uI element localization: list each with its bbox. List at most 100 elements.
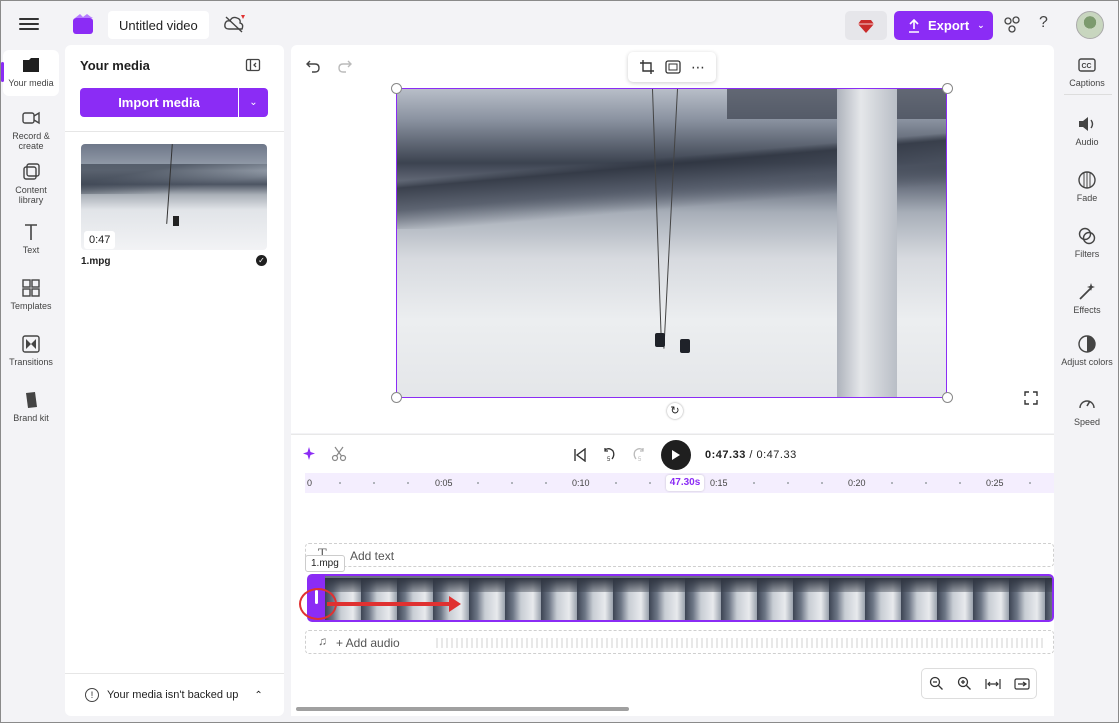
ruler-tick: 0:20 bbox=[848, 478, 866, 488]
svg-text:CC: CC bbox=[1082, 63, 1092, 70]
sidebar-item-transitions[interactable]: Transitions bbox=[3, 334, 59, 367]
export-button[interactable]: Export ⌄ bbox=[894, 11, 993, 40]
rotate-icon[interactable]: ↻ bbox=[667, 403, 683, 419]
diamond-icon bbox=[858, 19, 874, 33]
adjust-colors-button[interactable]: Adjust colors bbox=[1058, 334, 1116, 367]
cloud-not-synced-icon[interactable] bbox=[223, 13, 247, 35]
divider bbox=[1064, 94, 1112, 95]
speaker-icon bbox=[1079, 117, 1094, 131]
sidebar-item-brand-kit[interactable]: Brand kit bbox=[3, 390, 59, 423]
filters-icon bbox=[1078, 227, 1096, 245]
text-track[interactable]: T Add text bbox=[305, 543, 1054, 567]
rewind-5-icon[interactable]: 5 bbox=[601, 447, 617, 463]
speed-label: Speed bbox=[1073, 417, 1101, 427]
annotation-arrow bbox=[327, 596, 461, 612]
magic-wand-icon bbox=[1079, 283, 1095, 300]
filters-button[interactable]: Filters bbox=[1058, 226, 1116, 259]
backup-status[interactable]: ! Your media isn't backed up ⌃ bbox=[85, 688, 263, 702]
sparkle-icon[interactable] bbox=[302, 446, 318, 462]
skip-to-start-icon[interactable] bbox=[573, 448, 587, 462]
undo-icon[interactable] bbox=[305, 59, 321, 73]
resize-handle[interactable] bbox=[942, 392, 953, 403]
sidebar-item-text[interactable]: Text bbox=[3, 222, 59, 255]
templates-icon bbox=[22, 279, 40, 297]
premium-button[interactable] bbox=[845, 11, 887, 40]
speed-button[interactable]: Speed bbox=[1058, 394, 1116, 427]
left-rail: Your media Record & create Content libra… bbox=[0, 50, 62, 450]
project-title[interactable]: Untitled video bbox=[108, 11, 209, 39]
zoom-controls bbox=[921, 668, 1037, 699]
help-icon[interactable]: ? bbox=[1039, 14, 1048, 32]
play-button[interactable] bbox=[661, 440, 691, 470]
svg-text:5: 5 bbox=[638, 457, 642, 463]
captions-button[interactable]: CC Captions bbox=[1058, 55, 1116, 88]
redo-icon[interactable] bbox=[337, 59, 353, 73]
resize-handle[interactable] bbox=[391, 83, 402, 94]
library-icon bbox=[23, 163, 40, 180]
ruler-tick: 0:25 bbox=[986, 478, 1004, 488]
import-media-button[interactable]: Import media bbox=[80, 88, 238, 117]
sidebar-item-record-create[interactable]: Record & create bbox=[3, 108, 59, 151]
expand-timeline-icon[interactable] bbox=[1013, 677, 1030, 691]
sidebar-item-label: Templates bbox=[10, 301, 52, 311]
avatar[interactable] bbox=[1076, 11, 1104, 39]
import-options-button[interactable]: ⌄ bbox=[239, 88, 268, 117]
preview-area: ⋯ ↻ bbox=[291, 45, 1054, 433]
clip-file-name: 1.mpg bbox=[81, 256, 111, 267]
sidebar-item-label: Text bbox=[22, 245, 40, 255]
scissors-icon[interactable] bbox=[331, 446, 347, 462]
fade-label: Fade bbox=[1076, 193, 1098, 203]
clip-name-tag: 1.mpg bbox=[305, 555, 345, 572]
divider bbox=[65, 673, 284, 674]
sidebar-item-label: Content library bbox=[15, 185, 47, 205]
sidebar-item-label: Brand kit bbox=[13, 413, 49, 423]
forward-5-icon[interactable]: 5 bbox=[631, 447, 647, 463]
captions-label: Captions bbox=[1069, 78, 1105, 88]
resize-handle[interactable] bbox=[391, 392, 402, 403]
fullscreen-icon[interactable] bbox=[1024, 391, 1038, 405]
crop-icon[interactable] bbox=[639, 59, 655, 75]
captions-icon: CC bbox=[1078, 58, 1096, 72]
preview-toolbar: ⋯ bbox=[628, 52, 716, 82]
check-icon: ✓ bbox=[256, 255, 267, 266]
ruler-tick: 0 bbox=[307, 478, 313, 488]
brand-kit-icon bbox=[26, 392, 37, 408]
share-icon[interactable] bbox=[1003, 15, 1021, 35]
zoom-in-icon[interactable] bbox=[957, 676, 972, 691]
sidebar-item-content-library[interactable]: Content library bbox=[3, 162, 59, 205]
chevron-down-icon: ⌄ bbox=[977, 20, 985, 30]
audio-label: Audio bbox=[1075, 137, 1099, 147]
fit-to-width-icon[interactable] bbox=[984, 677, 1001, 691]
camera-icon bbox=[22, 111, 40, 125]
adjust-colors-icon bbox=[1078, 335, 1096, 353]
export-label: Export bbox=[928, 18, 970, 33]
fade-icon bbox=[1078, 171, 1096, 189]
video-preview[interactable] bbox=[396, 88, 947, 398]
ruler-tick: 0:10 bbox=[572, 478, 590, 488]
fade-button[interactable]: Fade bbox=[1058, 170, 1116, 203]
clip-duration: 0:47 bbox=[84, 231, 116, 249]
playhead-time[interactable]: 47.30s bbox=[666, 475, 704, 491]
menu-icon[interactable] bbox=[19, 15, 39, 35]
fit-icon[interactable] bbox=[665, 60, 681, 74]
adjust-colors-label: Adjust colors bbox=[1061, 357, 1113, 367]
clipchamp-logo-icon bbox=[73, 14, 93, 34]
audio-button[interactable]: Audio bbox=[1058, 114, 1116, 147]
timeline-scrollbar[interactable] bbox=[296, 707, 629, 711]
sidebar-item-your-media[interactable]: Your media bbox=[1, 50, 59, 96]
sidebar-item-templates[interactable]: Templates bbox=[3, 278, 59, 311]
add-text-label: Add text bbox=[350, 549, 395, 563]
resize-handle[interactable] bbox=[942, 83, 953, 94]
effects-label: Effects bbox=[1073, 305, 1101, 315]
video-clip[interactable] bbox=[307, 574, 1054, 622]
effects-button[interactable]: Effects bbox=[1058, 282, 1116, 315]
play-icon bbox=[672, 450, 680, 460]
collapse-panel-icon[interactable] bbox=[245, 57, 261, 73]
playback-controls: 5 5 0:47.33 / 0:47.33 bbox=[573, 440, 797, 470]
media-folder-icon bbox=[23, 58, 39, 72]
time-separator: / bbox=[749, 449, 753, 461]
music-note-icon: ♫ bbox=[318, 634, 327, 648]
audio-track[interactable]: ♫ + Add audio bbox=[305, 630, 1054, 654]
more-options-icon[interactable]: ⋯ bbox=[691, 59, 705, 76]
zoom-out-icon[interactable] bbox=[929, 676, 944, 691]
